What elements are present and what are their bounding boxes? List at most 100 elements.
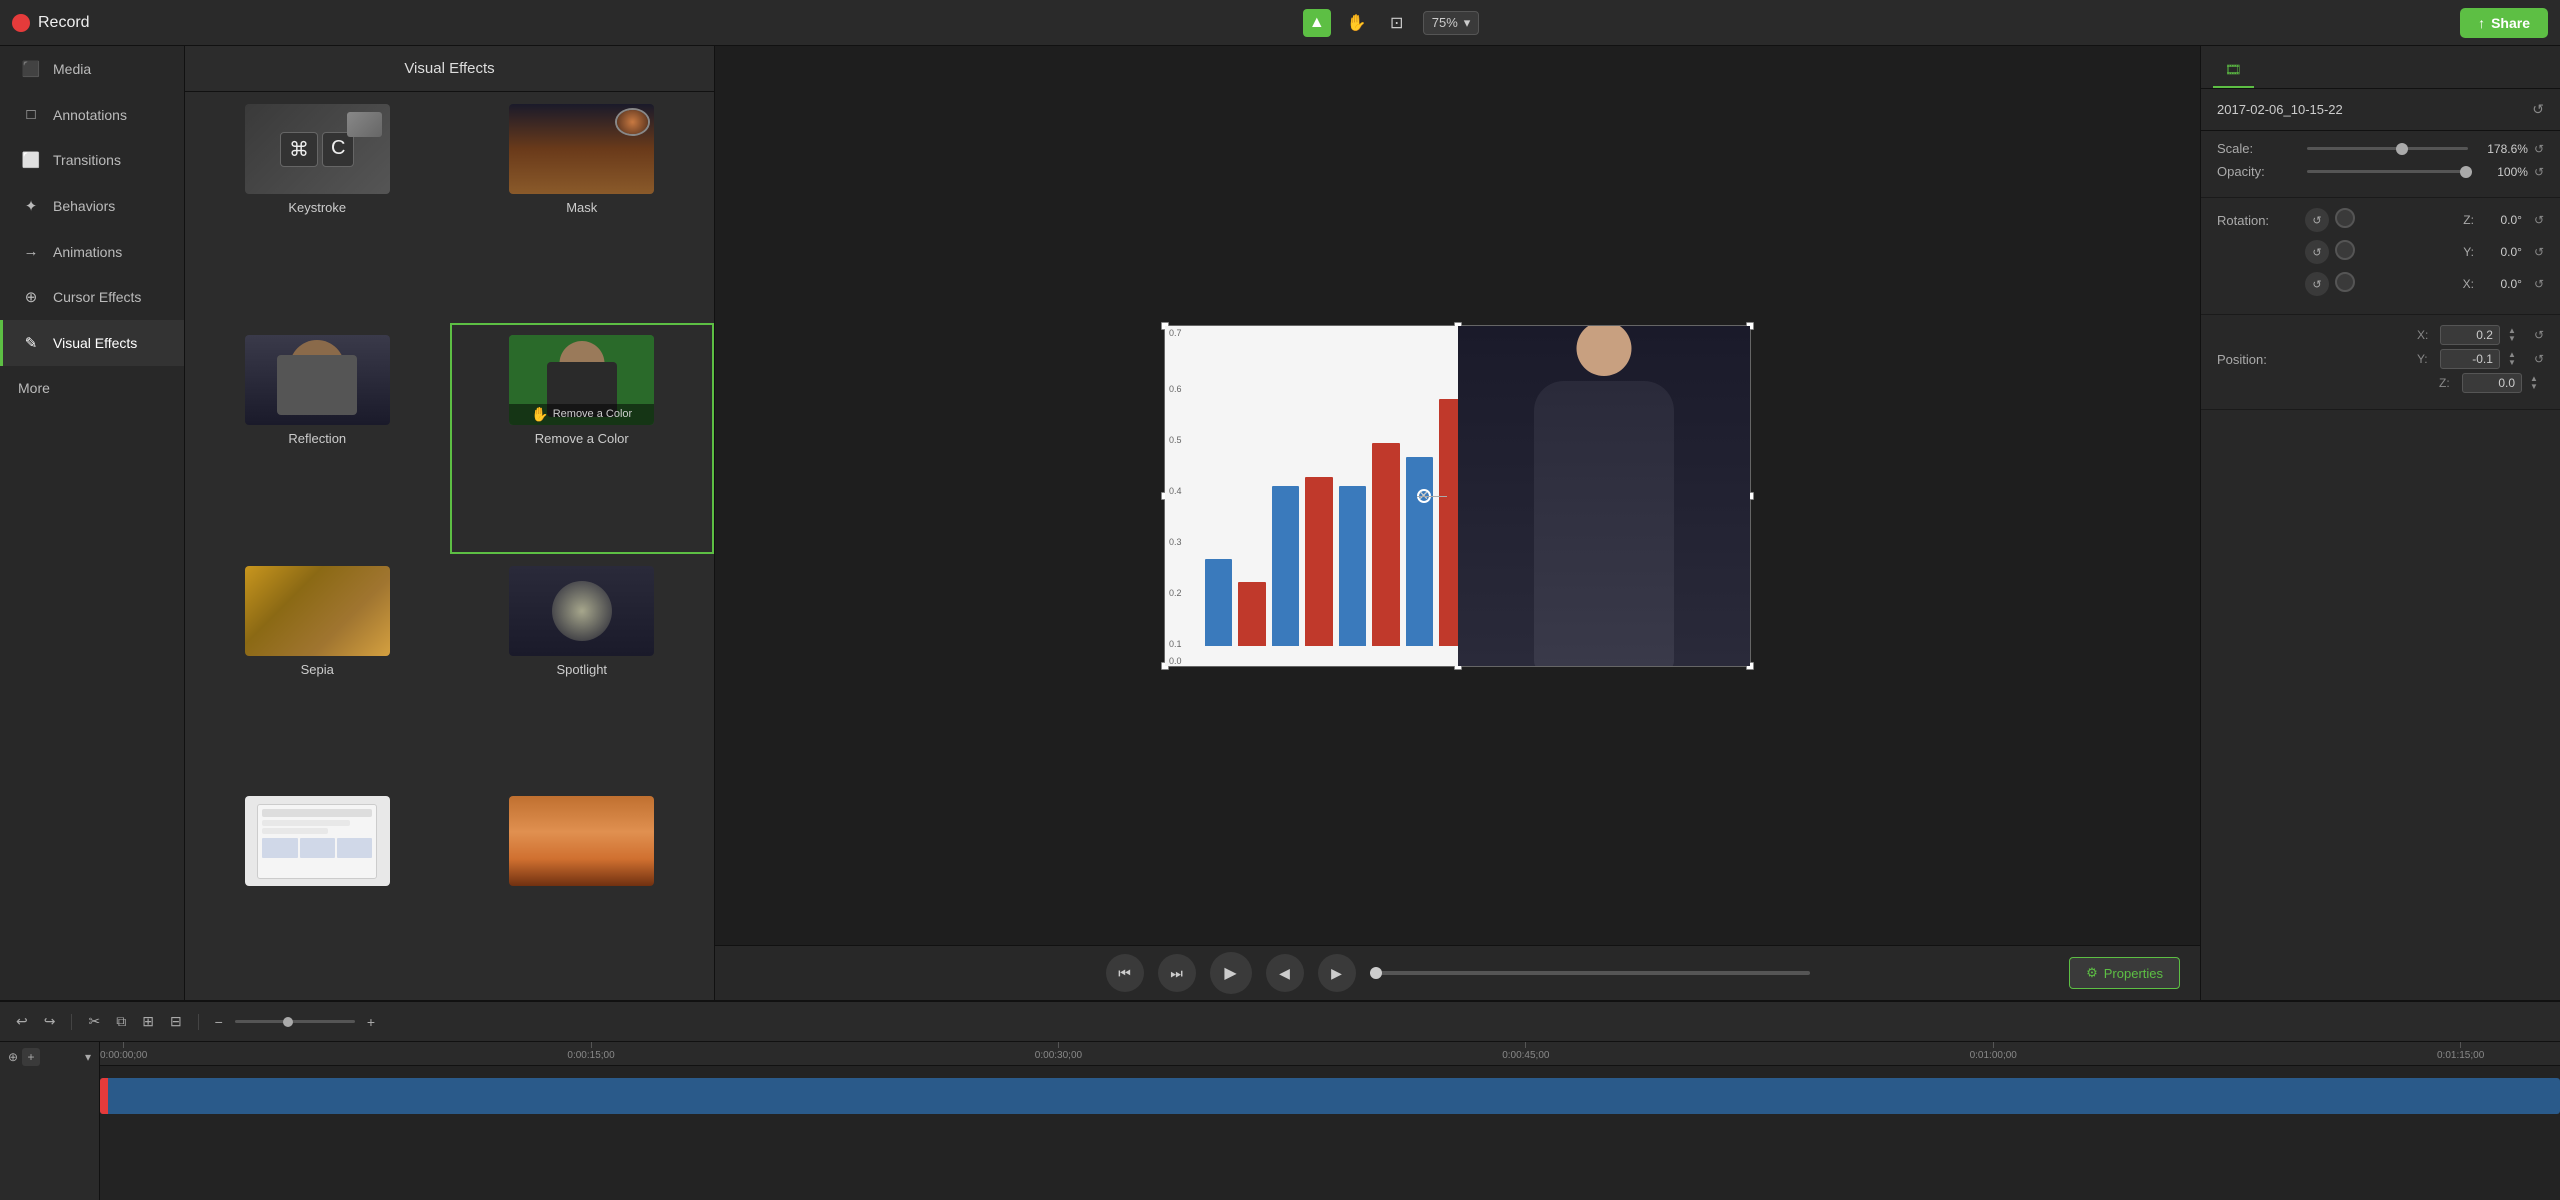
undo-button[interactable]: ↩ bbox=[12, 1010, 32, 1033]
properties-button[interactable]: ⚙ Properties bbox=[2069, 957, 2180, 989]
next-frame-button[interactable]: ▶ bbox=[1318, 954, 1356, 992]
effect-name-keystroke: Keystroke bbox=[288, 200, 346, 215]
y-rotation-reset[interactable]: ↺ bbox=[2534, 245, 2544, 259]
rotation-row-x: ↺ X: 0.0° ↺ bbox=[2217, 272, 2544, 296]
preview-area: 0.7 0.6 0.5 0.4 0.3 0.2 0.1 0.0 bbox=[715, 46, 2200, 1000]
sidebar-item-animations[interactable]: → Animations bbox=[0, 229, 184, 274]
effect-item-reflection[interactable]: Reflection bbox=[185, 323, 450, 554]
pos-x-reset[interactable]: ↺ bbox=[2534, 328, 2544, 342]
pos-y-down[interactable]: ▼ bbox=[2508, 359, 2522, 367]
effect-item-mask[interactable]: Mask bbox=[450, 92, 715, 323]
split-button[interactable]: ⊟ bbox=[166, 1010, 186, 1033]
sidebar-item-label: Visual Effects bbox=[53, 335, 137, 351]
sidebar-item-cursor-effects[interactable]: ⊕ Cursor Effects bbox=[0, 274, 184, 320]
timeline-zoom-slider[interactable] bbox=[235, 1020, 355, 1023]
redo-button[interactable]: ↪ bbox=[40, 1010, 60, 1033]
effect-item-remove-color[interactable]: ✋ Remove a Color Remove a Color bbox=[450, 323, 715, 554]
z-rotation-reset[interactable]: ↺ bbox=[2534, 213, 2544, 227]
timeline-right: 0:00:00;00 0:00:15;00 0:00:30;00 0:00:45… bbox=[100, 1042, 2560, 1200]
scale-reset[interactable]: ↺ bbox=[2534, 142, 2544, 156]
effect-item-bottom1[interactable] bbox=[185, 784, 450, 1000]
effect-name-reflection: Reflection bbox=[288, 431, 346, 446]
behaviors-icon: ✦ bbox=[21, 197, 41, 215]
pos-y-reset[interactable]: ↺ bbox=[2534, 352, 2544, 366]
prev-frame-button[interactable]: ◀ bbox=[1266, 954, 1304, 992]
bar-1-blue bbox=[1205, 559, 1232, 646]
crop-tool[interactable]: ⊡ bbox=[1383, 9, 1411, 37]
rotate-ccw-y-btn[interactable]: ↺ bbox=[2305, 240, 2329, 264]
pos-x-down[interactable]: ▼ bbox=[2508, 335, 2522, 343]
effect-item-keystroke[interactable]: ⌘ C Keystroke bbox=[185, 92, 450, 323]
effect-thumb-sepia bbox=[245, 566, 390, 656]
progress-bar[interactable] bbox=[1370, 971, 1810, 975]
zoom-selector[interactable]: 75% ▾ bbox=[1423, 11, 1480, 35]
sidebar-item-visual-effects[interactable]: ✎ Visual Effects bbox=[0, 320, 184, 366]
clip-name: 2017-02-06_10-15-22 bbox=[2217, 102, 2343, 117]
x-rotation-reset[interactable]: ↺ bbox=[2534, 277, 2544, 291]
bar-3-red bbox=[1372, 443, 1399, 646]
zoom-chevron-icon: ▾ bbox=[1464, 15, 1471, 31]
sidebar-item-annotations[interactable]: □ Annotations bbox=[0, 92, 184, 137]
pos-z-spinbox[interactable]: ▲ ▼ bbox=[2530, 375, 2544, 391]
cursor-effects-icon: ⊕ bbox=[21, 288, 41, 306]
rotation-label: Rotation: bbox=[2217, 213, 2297, 228]
scale-group: Scale: 178.6% ↺ Opacity: 100% ↺ bbox=[2201, 131, 2560, 198]
rotate-line bbox=[1417, 496, 1447, 497]
rotate-ccw-btn[interactable]: ↺ bbox=[2305, 208, 2329, 232]
step-forward-button[interactable]: ⏭ bbox=[1158, 954, 1196, 992]
pos-z-down[interactable]: ▼ bbox=[2530, 383, 2544, 391]
zoom-out-button[interactable]: − bbox=[211, 1011, 227, 1033]
tl-add-track-button[interactable]: + bbox=[22, 1048, 40, 1066]
timeline-zoom-thumb[interactable] bbox=[283, 1017, 293, 1027]
pos-y-value[interactable]: -0.1 bbox=[2440, 349, 2500, 369]
effect-item-spotlight[interactable]: Spotlight bbox=[450, 554, 715, 785]
preview-frame: 0.7 0.6 0.5 0.4 0.3 0.2 0.1 0.0 bbox=[1164, 325, 1751, 667]
z-rotation-value: 0.0° bbox=[2482, 213, 2522, 227]
opacity-reset[interactable]: ↺ bbox=[2534, 165, 2544, 179]
zoom-in-button[interactable]: + bbox=[363, 1011, 379, 1033]
pos-x-row: X: 0.2 ▲ ▼ ↺ bbox=[2297, 325, 2544, 345]
x-rotation-value: 0.0° bbox=[2482, 277, 2522, 291]
opacity-slider[interactable] bbox=[2307, 170, 2468, 173]
y-label-04: 0.4 bbox=[1169, 486, 1182, 496]
panel-tab-clip[interactable]: 🎞 bbox=[2213, 54, 2254, 88]
scale-slider[interactable] bbox=[2307, 147, 2468, 150]
pointer-tool[interactable]: ▲ bbox=[1303, 9, 1331, 37]
pos-y-spinbox[interactable]: ▲ ▼ bbox=[2508, 351, 2522, 367]
sidebar-item-transitions[interactable]: ⬜ Transitions bbox=[0, 137, 184, 183]
paste-button[interactable]: ⊞ bbox=[138, 1010, 158, 1033]
ruler-tick-75 bbox=[2460, 1042, 2461, 1048]
cut-button[interactable]: ✂ bbox=[84, 1010, 104, 1033]
effect-thumb-mask bbox=[509, 104, 654, 194]
timeline-tracks bbox=[100, 1066, 2560, 1200]
pos-x-spinbox[interactable]: ▲ ▼ bbox=[2508, 327, 2522, 343]
sidebar-item-label: Cursor Effects bbox=[53, 289, 141, 305]
hand-tool[interactable]: ✋ bbox=[1343, 9, 1371, 37]
copy-button[interactable]: ⧉ bbox=[112, 1010, 130, 1033]
sidebar-item-media[interactable]: ⬛ Media bbox=[0, 46, 184, 92]
opacity-label: Opacity: bbox=[2217, 164, 2297, 179]
top-bar-center: ▲ ✋ ⊡ 75% ▾ bbox=[322, 9, 2460, 37]
ruler-mark-45: 0:00:45;00 bbox=[1502, 1042, 1549, 1061]
rotate-ccw-x-btn[interactable]: ↺ bbox=[2305, 272, 2329, 296]
scale-label: Scale: bbox=[2217, 141, 2297, 156]
scale-thumb[interactable] bbox=[2396, 143, 2408, 155]
track-1[interactable] bbox=[100, 1078, 2560, 1114]
play-button[interactable]: ▶ bbox=[1210, 952, 1252, 994]
gear-icon: ⚙ bbox=[2086, 965, 2098, 981]
ruler-tick-30 bbox=[1058, 1042, 1059, 1048]
pos-z-value[interactable]: 0.0 bbox=[2462, 373, 2522, 393]
sidebar-more[interactable]: More bbox=[0, 366, 184, 410]
annotations-icon: □ bbox=[21, 106, 41, 123]
reset-icon[interactable]: ↺ bbox=[2532, 101, 2544, 118]
ruler-mark-15: 0:00:15;00 bbox=[567, 1042, 614, 1061]
rewind-button[interactable]: ⏮ bbox=[1106, 954, 1144, 992]
effect-item-bottom2[interactable] bbox=[450, 784, 715, 1000]
pos-x-value[interactable]: 0.2 bbox=[2440, 325, 2500, 345]
sidebar-item-behaviors[interactable]: ✦ Behaviors bbox=[0, 183, 184, 229]
opacity-thumb[interactable] bbox=[2460, 166, 2472, 178]
share-button[interactable]: ↑ Share bbox=[2460, 8, 2548, 38]
effect-item-sepia[interactable]: Sepia bbox=[185, 554, 450, 785]
position-axes: X: 0.2 ▲ ▼ ↺ Y: -0.1 ▲ ▼ bbox=[2297, 325, 2544, 393]
ruler-mark-60: 0:01:00;00 bbox=[1970, 1042, 2017, 1061]
